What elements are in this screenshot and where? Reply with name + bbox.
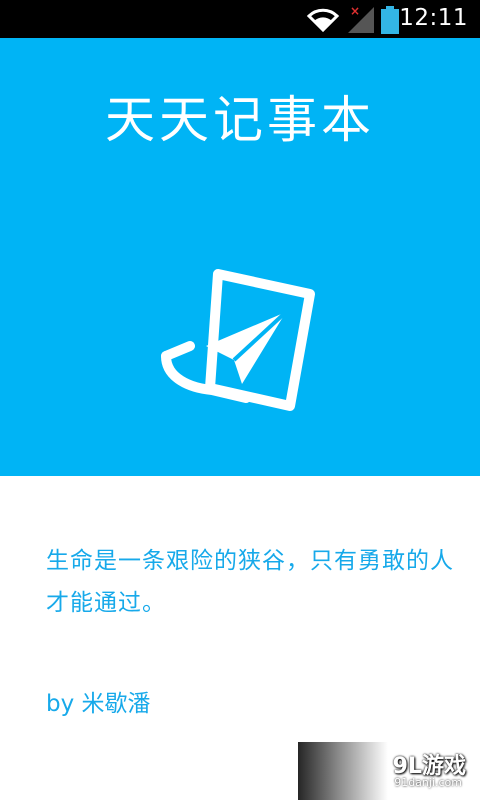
quote-text: 生命是一条艰险的狭谷，只有勇敢的人才能通过。: [46, 548, 454, 616]
app-title: 天天记事本: [105, 91, 375, 149]
watermark-url: 91danji.com: [394, 776, 462, 789]
signal-icon: ×: [348, 5, 374, 33]
watermark: 9L游戏 91danji.com: [298, 742, 480, 800]
status-clock: 12:11: [399, 5, 468, 31]
status-bar: × 12:11: [0, 0, 480, 38]
paper-plane-note-icon: [161, 269, 315, 411]
quote-author: by 米歇潘: [46, 691, 151, 717]
wifi-icon: [306, 8, 340, 32]
battery-icon: [381, 6, 399, 34]
svg-text:×: ×: [350, 5, 360, 18]
